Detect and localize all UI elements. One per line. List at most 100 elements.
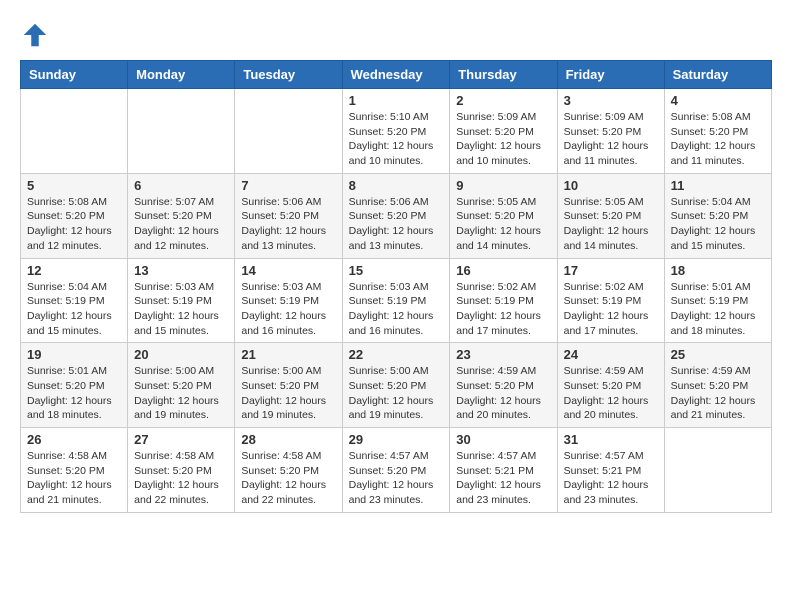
logo [20, 20, 54, 50]
calendar-cell: 29 Sunrise: 4:57 AM Sunset: 5:20 PM Dayli… [342, 428, 450, 513]
calendar-cell: 31 Sunrise: 4:57 AM Sunset: 5:21 PM Dayli… [557, 428, 664, 513]
day-info: Sunrise: 5:00 AM Sunset: 5:20 PM Dayligh… [134, 364, 228, 423]
day-number: 31 [564, 432, 658, 447]
day-info: Sunrise: 4:59 AM Sunset: 5:20 PM Dayligh… [671, 364, 765, 423]
day-header-wednesday: Wednesday [342, 61, 450, 89]
day-info: Sunrise: 5:09 AM Sunset: 5:20 PM Dayligh… [564, 110, 658, 169]
day-info: Sunrise: 4:57 AM Sunset: 5:21 PM Dayligh… [564, 449, 658, 508]
calendar-cell: 14 Sunrise: 5:03 AM Sunset: 5:19 PM Dayli… [235, 258, 342, 343]
day-info: Sunrise: 5:05 AM Sunset: 5:20 PM Dayligh… [564, 195, 658, 254]
day-number: 22 [349, 347, 444, 362]
logo-icon [20, 20, 50, 50]
day-number: 4 [671, 93, 765, 108]
day-info: Sunrise: 5:02 AM Sunset: 5:19 PM Dayligh… [564, 280, 658, 339]
day-number: 30 [456, 432, 550, 447]
day-info: Sunrise: 4:57 AM Sunset: 5:21 PM Dayligh… [456, 449, 550, 508]
calendar-cell: 8 Sunrise: 5:06 AM Sunset: 5:20 PM Daylig… [342, 173, 450, 258]
day-number: 6 [134, 178, 228, 193]
calendar-week-row: 19 Sunrise: 5:01 AM Sunset: 5:20 PM Dayli… [21, 343, 772, 428]
calendar-week-row: 26 Sunrise: 4:58 AM Sunset: 5:20 PM Dayli… [21, 428, 772, 513]
day-number: 2 [456, 93, 550, 108]
day-number: 26 [27, 432, 121, 447]
day-number: 18 [671, 263, 765, 278]
day-info: Sunrise: 5:08 AM Sunset: 5:20 PM Dayligh… [671, 110, 765, 169]
day-number: 15 [349, 263, 444, 278]
day-number: 9 [456, 178, 550, 193]
day-number: 23 [456, 347, 550, 362]
day-number: 25 [671, 347, 765, 362]
calendar-cell: 1Sunrise: 5:10 AM Sunset: 5:20 PM Daylig… [342, 89, 450, 174]
day-number: 10 [564, 178, 658, 193]
calendar-cell: 21Sunrise: 5:00 AM Sunset: 5:20 PM Dayli… [235, 343, 342, 428]
day-number: 19 [27, 347, 121, 362]
day-header-friday: Friday [557, 61, 664, 89]
day-header-thursday: Thursday [450, 61, 557, 89]
day-number: 28 [241, 432, 335, 447]
day-number: 20 [134, 347, 228, 362]
day-number: 12 [27, 263, 121, 278]
calendar-cell: 23 Sunrise: 4:59 AM Sunset: 5:20 PM Dayli… [450, 343, 557, 428]
day-header-saturday: Saturday [664, 61, 771, 89]
day-number: 21 [241, 347, 335, 362]
day-info: Sunrise: 4:59 AM Sunset: 5:20 PM Dayligh… [564, 364, 658, 423]
day-number: 17 [564, 263, 658, 278]
calendar-cell: 19 Sunrise: 5:01 AM Sunset: 5:20 PM Dayli… [21, 343, 128, 428]
day-info: Sunrise: 4:58 AM Sunset: 5:20 PM Dayligh… [27, 449, 121, 508]
day-number: 29 [349, 432, 444, 447]
day-info: Sunrise: 4:58 AM Sunset: 5:20 PM Dayligh… [134, 449, 228, 508]
day-info: Sunrise: 4:57 AM Sunset: 5:20 PM Dayligh… [349, 449, 444, 508]
calendar-cell: 20 Sunrise: 5:00 AM Sunset: 5:20 PM Dayli… [128, 343, 235, 428]
day-number: 11 [671, 178, 765, 193]
calendar-cell: 25 Sunrise: 4:59 AM Sunset: 5:20 PM Dayli… [664, 343, 771, 428]
calendar-week-row: 12 Sunrise: 5:04 AM Sunset: 5:19 PM Dayli… [21, 258, 772, 343]
day-info: Sunrise: 5:03 AM Sunset: 5:19 PM Dayligh… [349, 280, 444, 339]
day-info: Sunrise: 4:59 AM Sunset: 5:20 PM Dayligh… [456, 364, 550, 423]
day-header-monday: Monday [128, 61, 235, 89]
day-number: 14 [241, 263, 335, 278]
day-number: 1 [349, 93, 444, 108]
day-info: Sunrise: 5:02 AM Sunset: 5:19 PM Dayligh… [456, 280, 550, 339]
day-number: 5 [27, 178, 121, 193]
day-info: Sunrise: 5:04 AM Sunset: 5:20 PM Dayligh… [671, 195, 765, 254]
calendar-cell: 17 Sunrise: 5:02 AM Sunset: 5:19 PM Dayli… [557, 258, 664, 343]
day-info: Sunrise: 5:01 AM Sunset: 5:19 PM Dayligh… [671, 280, 765, 339]
day-info: Sunrise: 5:06 AM Sunset: 5:20 PM Dayligh… [241, 195, 335, 254]
calendar-table: SundayMondayTuesdayWednesdayThursdayFrid… [20, 60, 772, 513]
day-number: 7 [241, 178, 335, 193]
day-number: 16 [456, 263, 550, 278]
calendar-cell: 7 Sunrise: 5:06 AM Sunset: 5:20 PM Daylig… [235, 173, 342, 258]
calendar-cell: 13 Sunrise: 5:03 AM Sunset: 5:19 PM Dayli… [128, 258, 235, 343]
calendar-cell: 16 Sunrise: 5:02 AM Sunset: 5:19 PM Dayli… [450, 258, 557, 343]
day-number: 13 [134, 263, 228, 278]
day-info: Sunrise: 5:03 AM Sunset: 5:19 PM Dayligh… [134, 280, 228, 339]
day-info: Sunrise: 5:07 AM Sunset: 5:20 PM Dayligh… [134, 195, 228, 254]
calendar-cell: 18 Sunrise: 5:01 AM Sunset: 5:19 PM Dayli… [664, 258, 771, 343]
calendar-cell [21, 89, 128, 174]
day-info: Sunrise: 5:01 AM Sunset: 5:20 PM Dayligh… [27, 364, 121, 423]
calendar-cell: 5 Sunrise: 5:08 AM Sunset: 5:20 PM Daylig… [21, 173, 128, 258]
day-info: Sunrise: 4:58 AM Sunset: 5:20 PM Dayligh… [241, 449, 335, 508]
calendar-cell: 26 Sunrise: 4:58 AM Sunset: 5:20 PM Dayli… [21, 428, 128, 513]
day-info: Sunrise: 5:09 AM Sunset: 5:20 PM Dayligh… [456, 110, 550, 169]
calendar-week-row: 5 Sunrise: 5:08 AM Sunset: 5:20 PM Daylig… [21, 173, 772, 258]
calendar-cell [128, 89, 235, 174]
day-info: Sunrise: 5:04 AM Sunset: 5:19 PM Dayligh… [27, 280, 121, 339]
day-number: 8 [349, 178, 444, 193]
calendar-cell [235, 89, 342, 174]
calendar-cell: 10 Sunrise: 5:05 AM Sunset: 5:20 PM Dayli… [557, 173, 664, 258]
calendar-cell: 6 Sunrise: 5:07 AM Sunset: 5:20 PM Daylig… [128, 173, 235, 258]
day-info: Sunrise: 5:00 AM Sunset: 5:20 PM Dayligh… [349, 364, 444, 423]
day-info: Sunrise: 5:06 AM Sunset: 5:20 PM Dayligh… [349, 195, 444, 254]
calendar-cell: 27Sunrise: 4:58 AM Sunset: 5:20 PM Dayli… [128, 428, 235, 513]
page-header [20, 20, 772, 50]
day-header-tuesday: Tuesday [235, 61, 342, 89]
day-number: 3 [564, 93, 658, 108]
day-info: Sunrise: 5:08 AM Sunset: 5:20 PM Dayligh… [27, 195, 121, 254]
calendar-cell: 24Sunrise: 4:59 AM Sunset: 5:20 PM Dayli… [557, 343, 664, 428]
day-info: Sunrise: 5:03 AM Sunset: 5:19 PM Dayligh… [241, 280, 335, 339]
calendar-week-row: 1Sunrise: 5:10 AM Sunset: 5:20 PM Daylig… [21, 89, 772, 174]
calendar-cell: 3 Sunrise: 5:09 AM Sunset: 5:20 PM Daylig… [557, 89, 664, 174]
calendar-cell: 2 Sunrise: 5:09 AM Sunset: 5:20 PM Daylig… [450, 89, 557, 174]
calendar-cell: 30 Sunrise: 4:57 AM Sunset: 5:21 PM Dayli… [450, 428, 557, 513]
calendar-cell: 22 Sunrise: 5:00 AM Sunset: 5:20 PM Dayli… [342, 343, 450, 428]
